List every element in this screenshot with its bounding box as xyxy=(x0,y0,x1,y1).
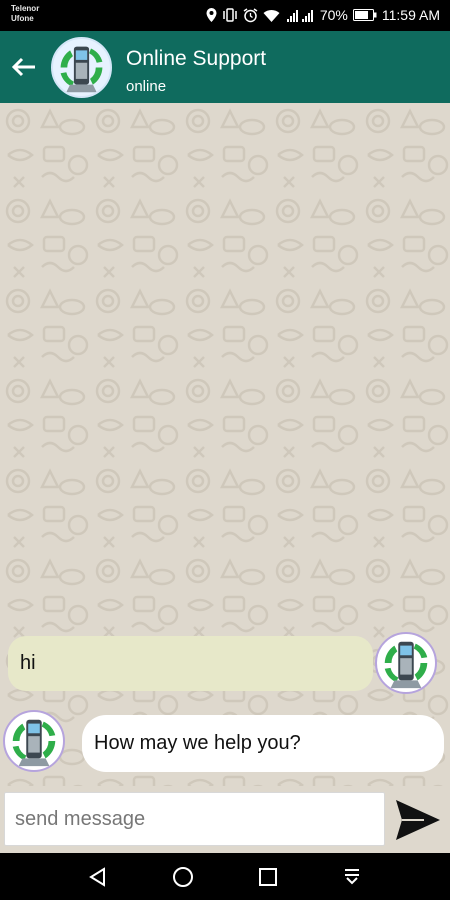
nav-home-button[interactable] xyxy=(168,862,198,892)
back-triangle-icon xyxy=(89,867,105,887)
contact-status: online xyxy=(126,78,167,95)
home-circle-icon xyxy=(173,867,193,887)
composer xyxy=(0,786,450,853)
wifi-icon xyxy=(263,9,280,22)
nav-recents-button[interactable] xyxy=(253,862,283,892)
carrier-line-1: Telenor xyxy=(11,4,40,13)
send-icon xyxy=(396,800,440,840)
sender-avatar xyxy=(375,632,437,694)
message-text: How may we help you? xyxy=(94,732,301,754)
back-button[interactable] xyxy=(4,49,44,85)
message-received[interactable]: How may we help you? xyxy=(82,715,444,772)
phone-avatar-icon xyxy=(5,712,63,770)
send-button[interactable] xyxy=(390,794,446,846)
message-sent[interactable]: hi xyxy=(8,636,373,691)
location-icon xyxy=(206,8,217,22)
back-arrow-icon xyxy=(11,57,35,77)
alarm-icon xyxy=(243,7,258,22)
battery-icon xyxy=(352,9,377,21)
phone-avatar-icon xyxy=(377,634,435,692)
chat-header: Online Support online xyxy=(0,31,450,103)
message-input[interactable] xyxy=(4,792,385,846)
contact-avatar[interactable] xyxy=(51,37,112,98)
nav-notification-button[interactable] xyxy=(337,862,367,892)
contact-name: Online Support xyxy=(126,47,267,70)
battery-percentage: 70% xyxy=(319,7,348,23)
support-avatar xyxy=(3,710,65,772)
recents-square-icon xyxy=(259,868,277,886)
system-nav-bar xyxy=(0,853,450,900)
nav-back-button[interactable] xyxy=(83,862,113,892)
carrier-label: Telenor Ufone xyxy=(11,4,39,24)
clock: 11:59 AM xyxy=(381,7,440,23)
carrier-line-2: Ufone xyxy=(11,14,34,23)
status-icons: 70% 11:59 AM xyxy=(206,7,440,23)
message-text: hi xyxy=(20,652,36,674)
phone-avatar-icon xyxy=(53,39,110,96)
chat-area[interactable]: hi How may we help you? xyxy=(0,103,450,786)
status-bar: Telenor Ufone 70% 11:59 AM xyxy=(0,0,450,31)
vibrate-icon xyxy=(223,8,237,22)
signal-icon xyxy=(286,9,313,22)
notification-pull-icon xyxy=(345,869,359,885)
